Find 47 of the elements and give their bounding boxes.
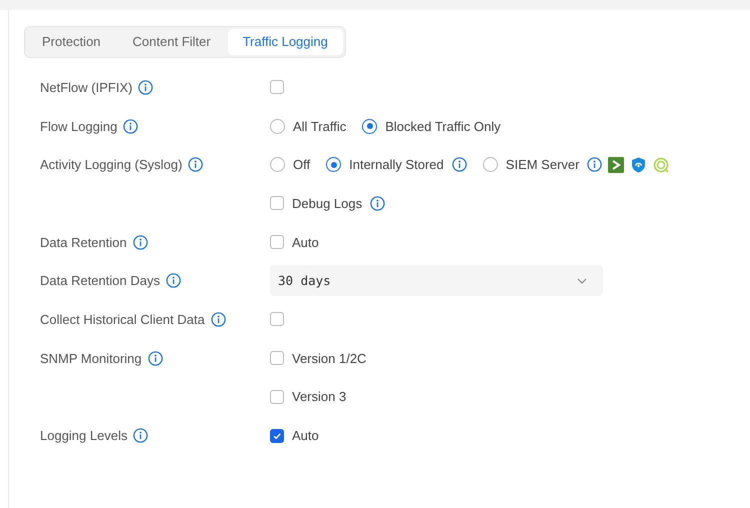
option-label: Auto bbox=[292, 428, 319, 444]
checkbox[interactable] bbox=[270, 428, 284, 443]
option-label: Version 1/2C bbox=[292, 350, 366, 366]
field-label: Flow Logging bbox=[40, 118, 118, 134]
field-label: Collect Historical Client Data bbox=[40, 312, 205, 327]
checkbox[interactable] bbox=[270, 390, 284, 404]
option-label: Blocked Traffic Only bbox=[385, 118, 501, 134]
field-label: NetFlow (IPFIX) bbox=[40, 80, 132, 95]
tab[interactable]: Content Filter bbox=[118, 29, 226, 55]
field-label: SNMP Monitoring bbox=[40, 350, 142, 366]
dropdown[interactable]: 30 days bbox=[270, 265, 603, 296]
option-label: Auto bbox=[292, 234, 319, 250]
tab[interactable]: Traffic Logging bbox=[228, 29, 343, 55]
checkbox[interactable] bbox=[270, 196, 284, 210]
info-icon[interactable] bbox=[452, 157, 467, 172]
info-icon[interactable] bbox=[370, 196, 386, 211]
chevron-down-icon bbox=[577, 278, 587, 284]
checkbox[interactable] bbox=[270, 235, 284, 250]
info-icon[interactable] bbox=[133, 428, 148, 444]
option-label: All Traffic bbox=[293, 118, 346, 134]
option-label: Internally Stored bbox=[349, 157, 444, 172]
radio-button[interactable] bbox=[270, 157, 285, 172]
info-icon[interactable] bbox=[210, 312, 226, 327]
info-icon[interactable] bbox=[587, 157, 602, 172]
option-label: Debug Logs bbox=[292, 196, 362, 211]
info-icon[interactable] bbox=[123, 118, 138, 134]
option-label: Off bbox=[293, 157, 310, 172]
info-icon[interactable] bbox=[166, 273, 181, 288]
option-label: Version 3 bbox=[292, 389, 346, 404]
option-label: SIEM Server bbox=[506, 157, 580, 172]
info-icon[interactable] bbox=[138, 80, 154, 95]
radio-button[interactable] bbox=[482, 157, 498, 172]
info-icon[interactable] bbox=[132, 234, 148, 250]
radio-button[interactable] bbox=[326, 157, 342, 172]
checkbox[interactable] bbox=[270, 312, 284, 326]
checkbox[interactable] bbox=[270, 351, 284, 366]
field-label: Logging Levels bbox=[40, 428, 128, 444]
radio-button[interactable] bbox=[362, 118, 378, 134]
tab[interactable]: Protection bbox=[27, 29, 116, 55]
info-icon[interactable] bbox=[188, 157, 204, 172]
field-label: Activity Logging (Syslog) bbox=[40, 157, 182, 172]
checkmark-icon bbox=[272, 430, 282, 441]
field-label: Data Retention Days bbox=[40, 273, 160, 288]
field-label: Data Retention bbox=[40, 234, 127, 250]
radio-button[interactable] bbox=[270, 118, 285, 134]
info-icon[interactable] bbox=[148, 350, 163, 366]
checkbox[interactable] bbox=[270, 80, 284, 94]
